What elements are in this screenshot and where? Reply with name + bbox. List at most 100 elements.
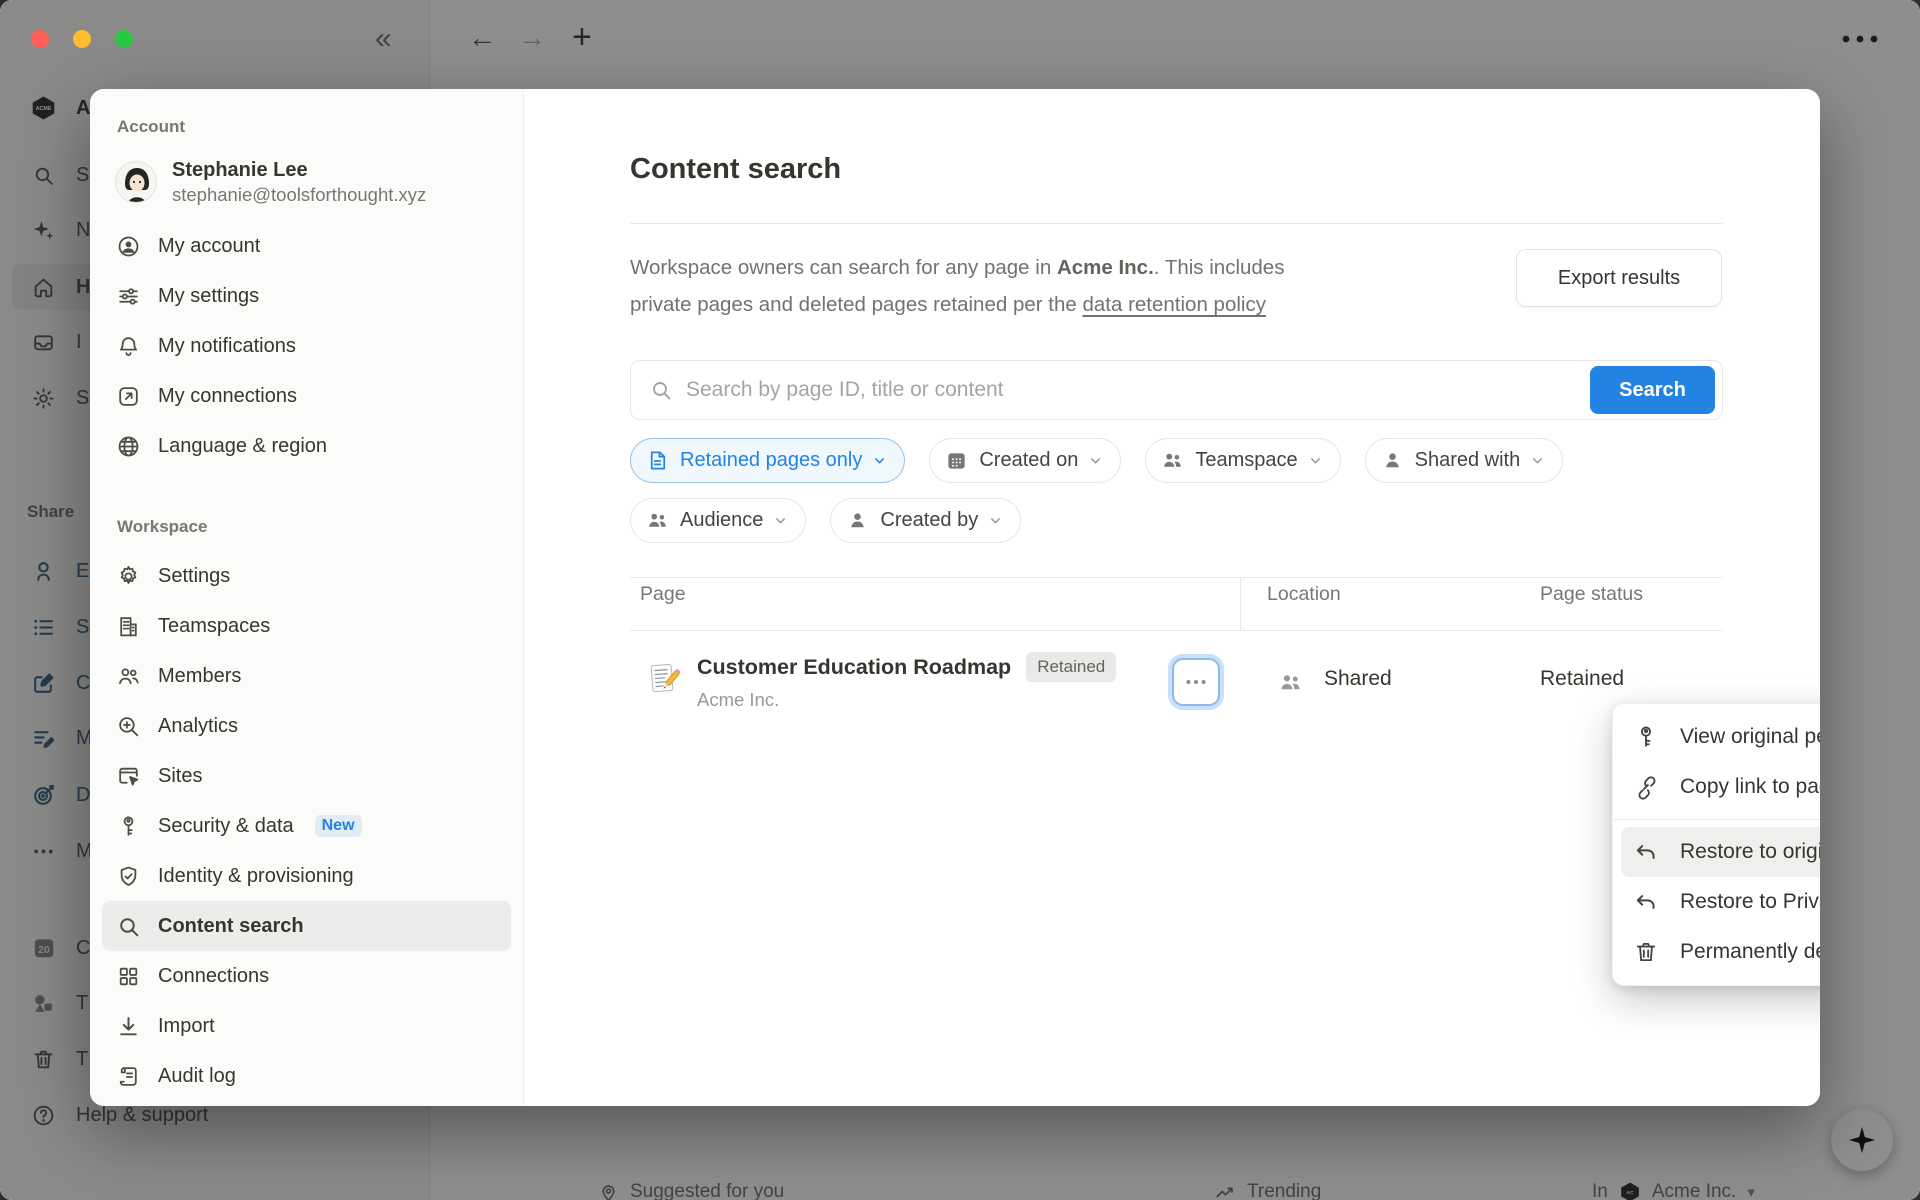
sidebar-item-my-connections[interactable]: My connections xyxy=(102,371,511,421)
key-icon xyxy=(116,814,141,839)
data-retention-policy-link[interactable]: data retention policy xyxy=(1082,293,1265,316)
sidebar-item-label: Members xyxy=(158,665,241,688)
account-user[interactable]: Stephanie Lee stephanie@toolsforthought.… xyxy=(115,157,509,207)
filter-label: Teamspace xyxy=(1195,449,1297,472)
calendar-icon xyxy=(945,449,968,472)
chevron-down-icon xyxy=(988,513,1003,528)
filter-label: Audience xyxy=(680,509,763,532)
sidebar-item-import[interactable]: Import xyxy=(102,1001,511,1051)
menu-item-view-original-permissions[interactable]: View original permissions xyxy=(1621,712,1820,762)
sidebar-item-members[interactable]: Members xyxy=(102,651,511,701)
page-description: Workspace owners can search for any page… xyxy=(630,249,1510,323)
sidebar-item-sites[interactable]: Sites xyxy=(102,751,511,801)
sidebar-item-label: My account xyxy=(158,235,260,258)
sidebar-item-connections[interactable]: Connections xyxy=(102,951,511,1001)
column-header-page: Page xyxy=(640,583,686,606)
minimize-window-button[interactable] xyxy=(73,30,91,48)
filter-row-1: Retained pages only Created on Teamspace… xyxy=(630,438,1563,483)
menu-item-label: Copy link to page xyxy=(1680,775,1820,799)
sidebar-item-label: Audit log xyxy=(158,1065,236,1088)
chevron-down-icon xyxy=(773,513,788,528)
filter-audience[interactable]: Audience xyxy=(630,498,806,543)
search-input[interactable] xyxy=(686,378,1577,402)
menu-item-restore-original-location[interactable]: Restore to original location xyxy=(1621,827,1820,877)
scroll-icon xyxy=(116,1064,141,1089)
sidebar-item-content-search[interactable]: Content search xyxy=(102,901,511,951)
sidebar-item-label: Teamspaces xyxy=(158,615,270,638)
sidebar-item-analytics[interactable]: Analytics xyxy=(102,701,511,751)
arrow-up-right-box-icon xyxy=(116,384,141,409)
row-context-menu: View original permissions Copy link to p… xyxy=(1612,703,1820,986)
menu-item-restore-private-pages[interactable]: Restore to Private pages xyxy=(1621,877,1820,927)
menu-item-label: Restore to Private pages xyxy=(1680,890,1820,914)
people-icon xyxy=(646,509,669,532)
download-icon xyxy=(116,1014,141,1039)
filter-teamspace[interactable]: Teamspace xyxy=(1145,438,1340,483)
zoom-window-button[interactable] xyxy=(115,30,133,48)
menu-item-copy-link[interactable]: Copy link to page xyxy=(1621,762,1820,812)
sidebar-item-label: Settings xyxy=(158,565,230,588)
sidebar-item-settings[interactable]: Settings xyxy=(102,551,511,601)
page-row-subtitle: Acme Inc. xyxy=(697,689,779,711)
filter-created-by[interactable]: Created by xyxy=(830,498,1021,543)
browser-cursor-icon xyxy=(116,764,141,789)
bell-icon xyxy=(116,334,141,359)
description-text: private pages and deleted pages retained… xyxy=(630,293,1082,316)
sidebar-item-label: Language & region xyxy=(158,435,327,458)
column-header-location: Location xyxy=(1267,583,1341,606)
filter-label: Shared with xyxy=(1415,449,1521,472)
menu-item-permanently-delete[interactable]: Permanently delete xyxy=(1621,927,1820,977)
people-icon xyxy=(1278,670,1303,695)
filter-shared-with[interactable]: Shared with xyxy=(1365,438,1564,483)
retained-badge: Retained xyxy=(1026,652,1116,682)
undo-icon xyxy=(1633,889,1659,915)
sidebar-item-my-settings[interactable]: My settings xyxy=(102,271,511,321)
shield-check-icon xyxy=(116,864,141,889)
grid-icon xyxy=(116,964,141,989)
sidebar-item-label: Import xyxy=(158,1015,215,1038)
page-title: Content search xyxy=(630,153,841,186)
search-button[interactable]: Search xyxy=(1590,366,1715,414)
filter-created-on[interactable]: Created on xyxy=(929,438,1121,483)
link-icon xyxy=(1633,774,1659,800)
sidebar-item-identity-provisioning[interactable]: Identity & provisioning xyxy=(102,851,511,901)
menu-divider xyxy=(1613,819,1820,820)
sidebar-item-label: My notifications xyxy=(158,335,296,358)
sidebar-item-label: Content search xyxy=(158,915,304,938)
sidebar-item-audit-log[interactable]: Audit log xyxy=(102,1051,511,1101)
chevron-down-icon xyxy=(1308,453,1323,468)
gear-icon xyxy=(116,564,141,589)
search-bar: Search xyxy=(630,360,1723,420)
page-row-title: Customer Education Roadmap xyxy=(697,655,1011,680)
memo-page-icon xyxy=(646,661,681,696)
sidebar-item-my-account[interactable]: My account xyxy=(102,221,511,271)
sidebar-item-language-region[interactable]: Language & region xyxy=(102,421,511,471)
filter-retained-pages-only[interactable]: Retained pages only xyxy=(630,438,905,483)
key-icon xyxy=(1633,724,1659,750)
chevron-down-icon xyxy=(872,453,887,468)
search-icon xyxy=(649,378,673,402)
sliders-icon xyxy=(116,284,141,309)
sidebar-item-security-data[interactable]: Security & data New xyxy=(102,801,511,851)
sidebar-item-teamspaces[interactable]: Teamspaces xyxy=(102,601,511,651)
table-header-border xyxy=(630,630,1723,631)
user-circle-icon xyxy=(116,234,141,259)
sidebar-item-label: Connections xyxy=(158,965,269,988)
sidebar-item-my-notifications[interactable]: My notifications xyxy=(102,321,511,371)
user-name: Stephanie Lee xyxy=(172,157,426,183)
close-window-button[interactable] xyxy=(31,30,49,48)
new-badge: New xyxy=(315,815,362,837)
menu-item-label: Permanently delete xyxy=(1680,940,1820,964)
divider xyxy=(630,223,1723,224)
row-more-button[interactable] xyxy=(1172,658,1220,706)
ellipsis-icon xyxy=(1183,669,1209,695)
page-status-cell: Retained xyxy=(1540,667,1624,691)
people-icon xyxy=(1161,449,1184,472)
globe-icon xyxy=(116,434,141,459)
sidebar-item-label: My connections xyxy=(158,385,297,408)
export-results-button[interactable]: Export results xyxy=(1516,249,1722,307)
page-icon xyxy=(646,449,669,472)
filter-row-2: Audience Created by xyxy=(630,498,1021,543)
filter-label: Retained pages only xyxy=(680,449,862,472)
workspace-section-header: Workspace xyxy=(117,517,523,537)
